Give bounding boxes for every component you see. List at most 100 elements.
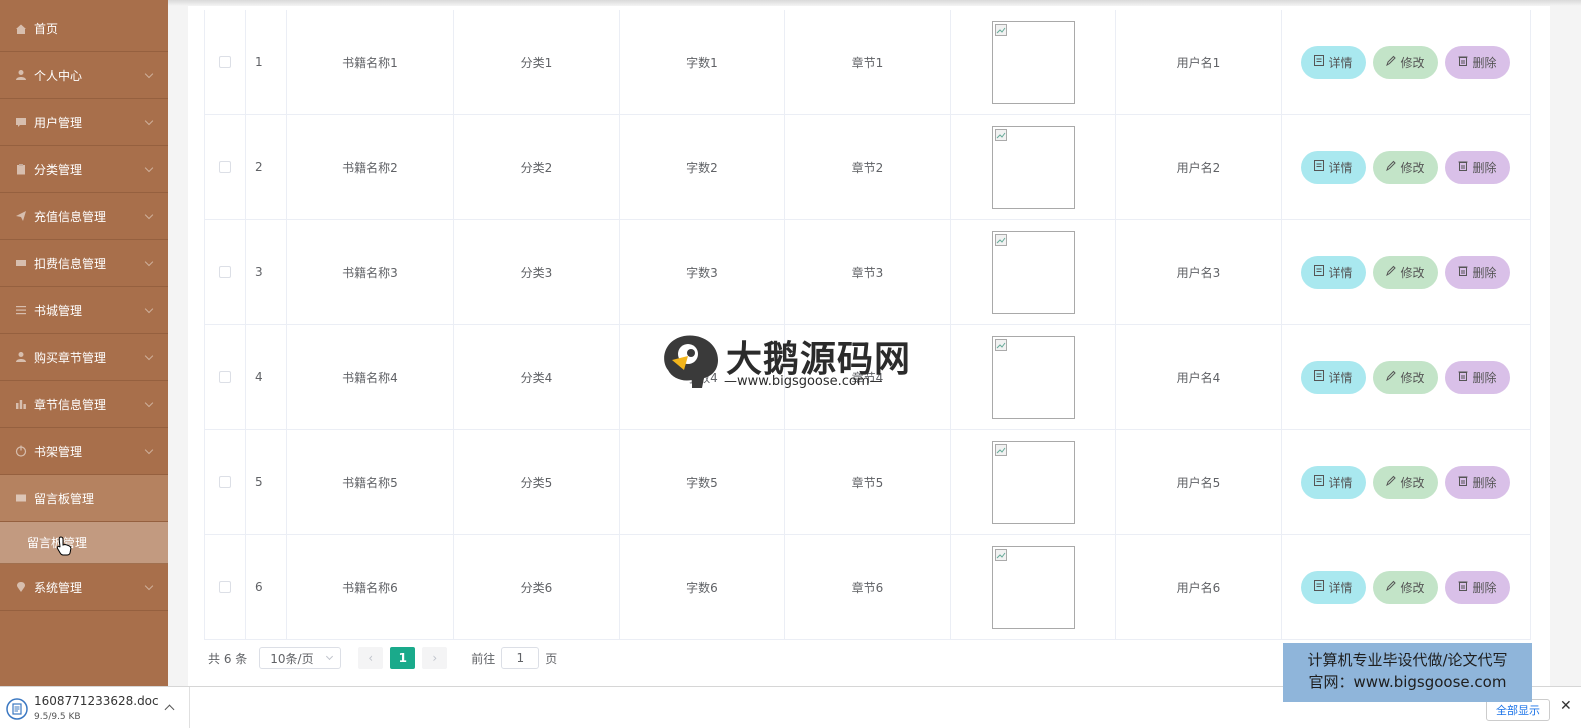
detail-button[interactable]: 详情 bbox=[1301, 465, 1366, 499]
category-cell: 分类6 bbox=[454, 535, 620, 639]
broken-image-icon bbox=[994, 548, 1007, 561]
sidebar-item-label: 首页 bbox=[34, 22, 59, 36]
sidebar-item-9[interactable]: 书架管理 bbox=[0, 428, 168, 475]
sidebar-subitem-message-board[interactable]: 留言板管理 bbox=[0, 522, 168, 564]
row-checkbox[interactable] bbox=[219, 581, 231, 593]
edit-button[interactable]: 修改 bbox=[1373, 255, 1438, 289]
delete-button[interactable]: 删除 bbox=[1445, 360, 1510, 394]
sidebar-item-11[interactable]: 系统管理 bbox=[0, 564, 168, 611]
detail-button[interactable]: 详情 bbox=[1301, 150, 1366, 184]
row-checkbox[interactable] bbox=[219, 161, 231, 173]
username-cell: 用户名4 bbox=[1116, 325, 1282, 429]
hand-cursor-icon bbox=[56, 536, 72, 556]
chapter-cell: 章节1 bbox=[785, 10, 951, 114]
actions-cell: 详情 修改 删除 bbox=[1282, 115, 1531, 219]
table-row: 5 书籍名称5 分类5 字数5 章节5 用户名5 详情 修改 删除 bbox=[205, 430, 1531, 535]
detail-button[interactable]: 详情 bbox=[1301, 255, 1366, 289]
row-checkbox[interactable] bbox=[219, 371, 231, 383]
ticket-icon bbox=[14, 256, 28, 270]
detail-button[interactable]: 详情 bbox=[1301, 570, 1366, 604]
sidebar-item-6[interactable]: 书城管理 bbox=[0, 287, 168, 334]
message-icon bbox=[14, 491, 28, 505]
detail-button[interactable]: 详情 bbox=[1301, 45, 1366, 79]
sidebar-item-label: 书城管理 bbox=[34, 303, 83, 318]
edit-button[interactable]: 修改 bbox=[1373, 45, 1438, 79]
user-icon bbox=[14, 350, 28, 364]
edit-icon bbox=[1386, 580, 1397, 594]
delete-button[interactable]: 删除 bbox=[1445, 255, 1510, 289]
checkbox-cell bbox=[205, 535, 246, 639]
delete-button-label: 删除 bbox=[1472, 370, 1497, 385]
download-item[interactable]: 1608771233628.doc 9.5/9.5 KB bbox=[0, 687, 190, 728]
chevron-down-icon bbox=[144, 116, 154, 126]
edit-button-label: 修改 bbox=[1400, 475, 1425, 490]
detail-button[interactable]: 详情 bbox=[1301, 360, 1366, 394]
sidebar-item-2[interactable]: 用户管理 bbox=[0, 99, 168, 146]
document-icon bbox=[1314, 265, 1325, 279]
book-name-cell: 书籍名称4 bbox=[287, 325, 454, 429]
category-cell: 分类3 bbox=[454, 220, 620, 324]
delete-button[interactable]: 删除 bbox=[1445, 570, 1510, 604]
chapter-cell: 章节3 bbox=[785, 220, 951, 324]
table-row: 3 书籍名称3 分类3 字数3 章节3 用户名3 详情 修改 删除 bbox=[205, 220, 1531, 325]
row-checkbox[interactable] bbox=[219, 476, 231, 488]
delete-button[interactable]: 删除 bbox=[1445, 465, 1510, 499]
document-icon bbox=[1314, 160, 1325, 174]
chevron-up-icon[interactable] bbox=[164, 704, 175, 715]
next-page-button[interactable]: › bbox=[422, 647, 448, 669]
sidebar-item-3[interactable]: 分类管理 bbox=[0, 146, 168, 193]
word-count-cell: 字数2 bbox=[620, 115, 785, 219]
book-name-cell: 书籍名称6 bbox=[287, 535, 454, 639]
chevron-down-icon bbox=[144, 210, 154, 220]
word-count-cell: 字数1 bbox=[620, 10, 785, 114]
table-row: 6 书籍名称6 分类6 字数6 章节6 用户名6 详情 修改 删除 bbox=[205, 535, 1531, 640]
goto-page-input[interactable]: 1 bbox=[501, 647, 540, 669]
row-checkbox[interactable] bbox=[219, 266, 231, 278]
trash-icon bbox=[1458, 160, 1468, 174]
page-size-select[interactable]: 10条/页 bbox=[259, 647, 342, 669]
edit-button[interactable]: 修改 bbox=[1373, 465, 1438, 499]
edit-button[interactable]: 修改 bbox=[1373, 360, 1438, 394]
category-cell: 分类2 bbox=[454, 115, 620, 219]
edit-icon bbox=[1386, 265, 1397, 279]
sidebar-item-1[interactable]: 个人中心 bbox=[0, 52, 168, 99]
document-icon bbox=[6, 698, 28, 720]
prev-page-button[interactable]: ‹ bbox=[358, 647, 384, 669]
sidebar-item-8[interactable]: 章节信息管理 bbox=[0, 381, 168, 428]
ad-line-2: 官网：www.bigsgoose.com bbox=[1308, 673, 1507, 691]
show-all-downloads-button[interactable]: 全部显示 bbox=[1486, 699, 1550, 721]
chevron-down-icon bbox=[144, 257, 154, 267]
power-icon bbox=[14, 444, 28, 458]
table-row: 1 书籍名称1 分类1 字数1 章节1 用户名1 详情 修改 删除 bbox=[205, 10, 1531, 115]
home-icon bbox=[14, 22, 28, 36]
cover-image bbox=[991, 230, 1075, 314]
sidebar-item-label: 章节信息管理 bbox=[34, 397, 107, 412]
ad-line-1: 计算机专业毕设代做/论文代写 bbox=[1307, 651, 1508, 669]
chevron-down-icon bbox=[144, 351, 154, 361]
sidebar-item-10[interactable]: 留言板管理 bbox=[0, 475, 168, 522]
close-icon[interactable]: ✕ bbox=[1560, 698, 1572, 714]
edit-button[interactable]: 修改 bbox=[1373, 570, 1438, 604]
chat-icon bbox=[14, 115, 28, 129]
delete-button[interactable]: 删除 bbox=[1445, 45, 1510, 79]
sidebar-item-5[interactable]: 扣费信息管理 bbox=[0, 240, 168, 287]
delete-button[interactable]: 删除 bbox=[1445, 150, 1510, 184]
watermark-url: —www.bigsgoose.com— bbox=[724, 374, 883, 389]
actions-cell: 详情 修改 删除 bbox=[1282, 535, 1531, 639]
detail-button-label: 详情 bbox=[1328, 55, 1353, 70]
detail-button-label: 详情 bbox=[1328, 580, 1353, 595]
sidebar-item-4[interactable]: 充值信息管理 bbox=[0, 193, 168, 240]
edit-button[interactable]: 修改 bbox=[1373, 150, 1438, 184]
row-checkbox[interactable] bbox=[219, 56, 231, 68]
broken-image-icon bbox=[994, 23, 1007, 36]
page-number-current[interactable]: 1 bbox=[390, 647, 416, 669]
edit-button-label: 修改 bbox=[1400, 265, 1425, 280]
sidebar-item-0[interactable]: 首页 bbox=[0, 0, 168, 52]
cover-image-cell bbox=[951, 535, 1116, 639]
cover-image-cell bbox=[951, 220, 1116, 324]
cover-image-cell bbox=[951, 10, 1116, 114]
sidebar-item-7[interactable]: 购买章节管理 bbox=[0, 334, 168, 381]
index-cell: 3 bbox=[246, 220, 287, 324]
pagination-total: 共 6 条 bbox=[208, 651, 248, 666]
goto-label: 前往 bbox=[471, 651, 496, 666]
